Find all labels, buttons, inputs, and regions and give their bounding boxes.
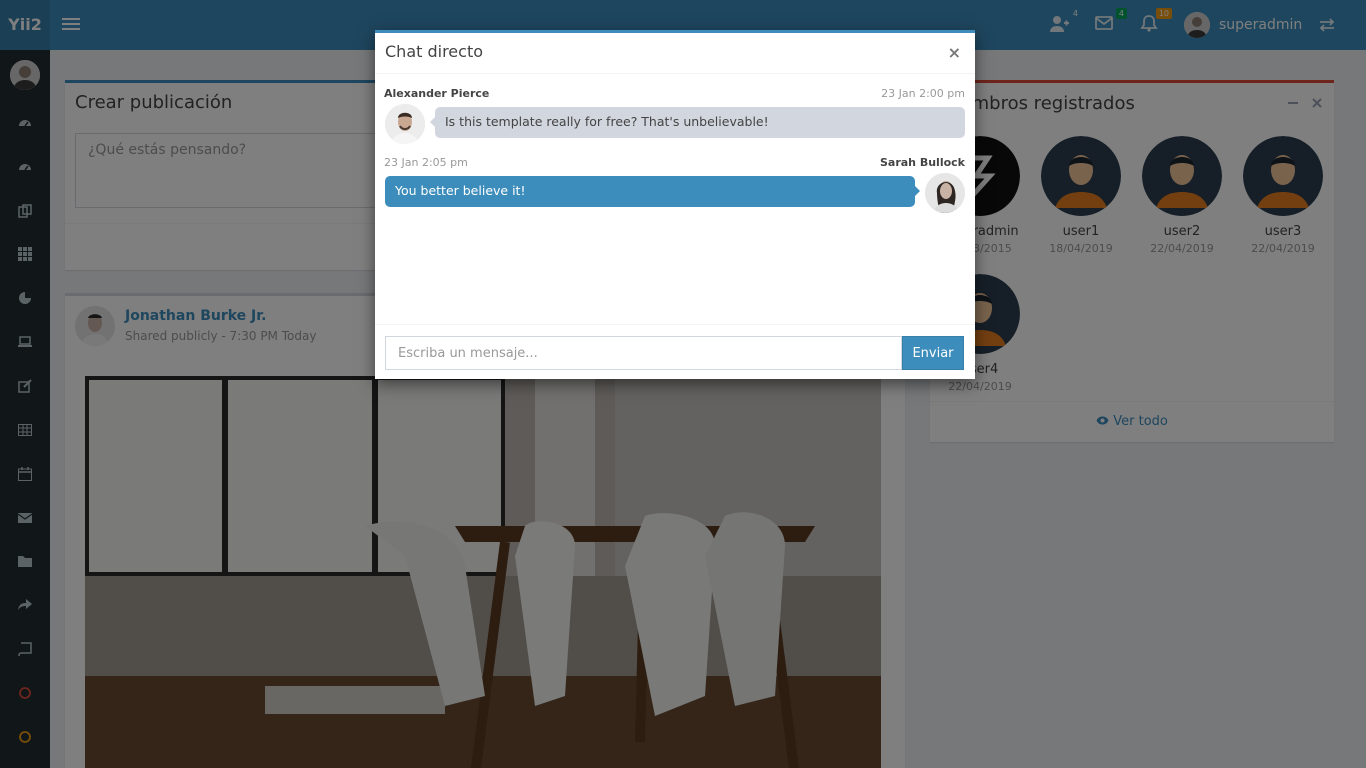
chat-messages: Alexander Pierce 23 Jan 2:00 pm Is this …: [375, 74, 975, 324]
modal-title: Chat directo: [385, 42, 484, 61]
message-input[interactable]: [385, 336, 902, 370]
modal-header: Chat directo ×: [375, 33, 975, 74]
message-avatar: [385, 104, 425, 144]
message-time: 23 Jan 2:00 pm: [881, 87, 965, 100]
message-bubble: Is this template really for free? That's…: [430, 107, 965, 138]
close-button[interactable]: ×: [948, 43, 961, 62]
message-author: Alexander Pierce: [384, 87, 490, 100]
message-bubble: You better believe it!: [385, 176, 920, 207]
chat-footer: Enviar: [375, 324, 975, 382]
message-time: 23 Jan 2:05 pm: [384, 156, 468, 169]
send-button[interactable]: Enviar: [902, 336, 964, 370]
direct-chat-modal: Chat directo × Alexander Pierce 23 Jan 2…: [375, 30, 975, 379]
message-avatar: [925, 173, 965, 213]
message-author: Sarah Bullock: [879, 156, 965, 169]
